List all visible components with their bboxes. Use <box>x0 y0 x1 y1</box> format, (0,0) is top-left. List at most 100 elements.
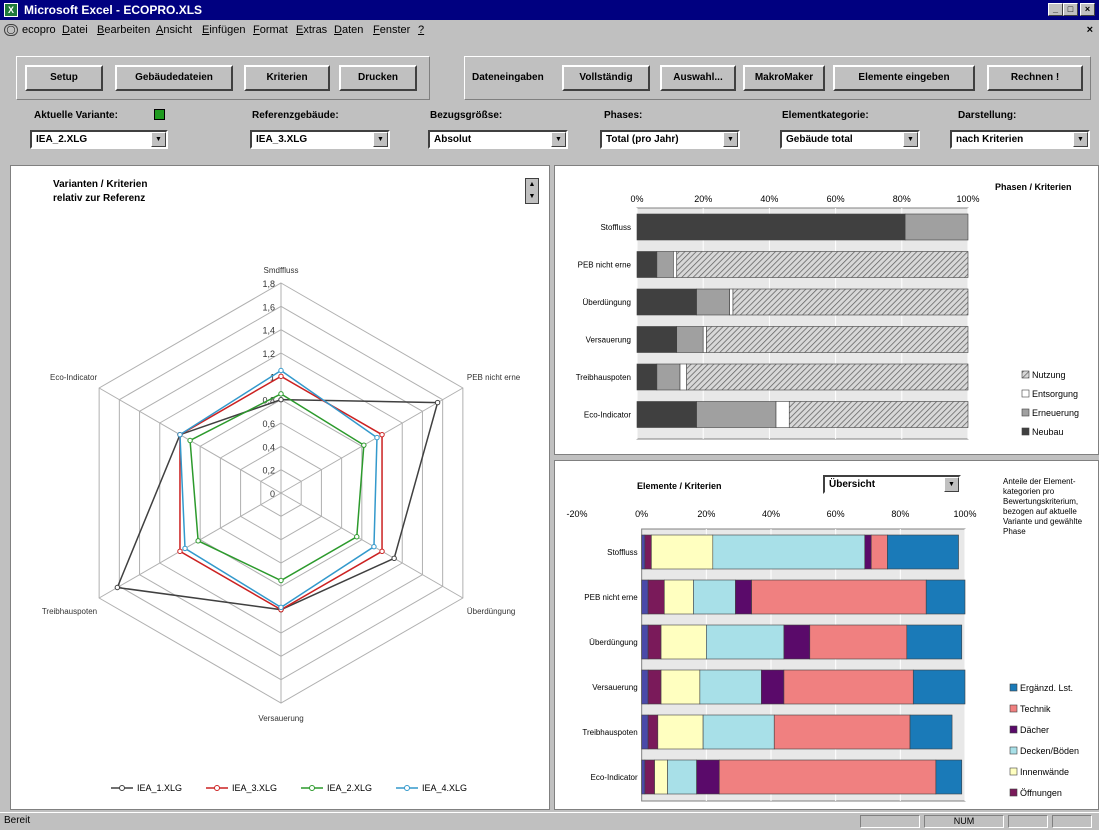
legend-marker <box>119 785 125 791</box>
bar-segment <box>647 579 665 615</box>
legend-swatch <box>1009 683 1018 692</box>
tick-label: 100% <box>956 194 979 204</box>
dropdown-arrow-icon[interactable]: ▼ <box>723 132 738 147</box>
excel-icon: X <box>4 3 18 17</box>
title-bar: X Microsoft Excel - ECOPRO.XLS _ □ × <box>0 0 1099 20</box>
legend-label: Innenwände <box>1020 767 1069 777</box>
bar-segment <box>636 363 658 391</box>
bar-segment <box>636 326 678 353</box>
rechnen-button[interactable]: Rechnen ! <box>987 65 1083 91</box>
bar-segment <box>641 669 649 705</box>
legend-label: Entsorgung <box>1032 389 1078 399</box>
drucken-button[interactable]: Drucken <box>339 65 417 91</box>
kriterien-button[interactable]: Kriterien <box>244 65 330 91</box>
bar-segment <box>641 624 649 660</box>
menu-einfuegen[interactable]: Einfügen <box>202 24 245 36</box>
referenzgebaeude-label: Referenzgebäude: <box>252 110 339 121</box>
elemente-view-select[interactable]: Übersicht ▼ <box>823 475 961 494</box>
elemente-eingeben-button[interactable]: Elemente eingeben <box>833 65 975 91</box>
legend-label: Erneuerung <box>1032 408 1079 418</box>
legend-marker <box>214 785 220 791</box>
setup-button[interactable]: Setup <box>25 65 103 91</box>
radar-chart: 00,20,40,60,811,21,41,61,8SmdfflussPEB n… <box>42 266 521 793</box>
legend-swatch <box>1021 427 1030 436</box>
bar-segment <box>676 326 704 353</box>
bar-segment <box>656 251 674 278</box>
legend-marker <box>309 785 315 791</box>
bar-segment <box>906 624 963 660</box>
status-bar: Bereit NUM <box>0 812 1099 830</box>
category-label: Stoffluss <box>607 548 638 557</box>
menu-help[interactable]: ? <box>418 24 424 36</box>
legend-label: Dächer <box>1020 725 1049 735</box>
menu-datei[interactable]: Datei <box>62 24 88 36</box>
legend-label: Nutzung <box>1032 370 1066 380</box>
dropdown-arrow-icon[interactable]: ▼ <box>944 477 959 492</box>
tick-label: 60% <box>827 509 845 519</box>
bar-segment <box>641 759 646 795</box>
category-label: Treibhauspoten <box>576 373 631 382</box>
dropdown-arrow-icon[interactable]: ▼ <box>151 132 166 147</box>
darstellung-select[interactable]: nach Kriterien ▼ <box>950 130 1090 149</box>
bezugsgroesse-select[interactable]: Absolut ▼ <box>428 130 568 149</box>
close-button[interactable]: × <box>1080 3 1095 16</box>
elementkategorie-label: Elementkategorie: <box>782 110 869 121</box>
bar-segment <box>647 624 662 660</box>
category-label: Überdüngung <box>583 298 631 307</box>
bar-segment <box>783 669 914 705</box>
menu-extras[interactable]: Extras <box>296 24 327 36</box>
gebaeudedateien-button[interactable]: Gebäudedateien <box>115 65 233 91</box>
legend-swatch <box>1021 370 1030 379</box>
dropdown-arrow-icon[interactable]: ▼ <box>1073 132 1088 147</box>
menu-ecopro[interactable]: ecopro <box>22 24 56 36</box>
menu-ansicht[interactable]: Ansicht <box>156 24 192 36</box>
menu-bearbeiten[interactable]: Bearbeiten <box>97 24 150 36</box>
phasen-chart: 0% 20% 40% 60% 80% 100% Phasen / Kriterien Stof… <box>576 182 1079 440</box>
phases-label: Phases: <box>604 110 643 121</box>
menu-fenster[interactable]: Fenster <box>373 24 410 36</box>
bar-segment <box>935 759 963 795</box>
tick-label: 60% <box>827 194 845 204</box>
dropdown-arrow-icon[interactable]: ▼ <box>903 132 918 147</box>
bar-segment <box>773 714 911 750</box>
elementkategorie-select[interactable]: Gebäude total ▼ <box>780 130 920 149</box>
radar-point <box>379 431 385 438</box>
bar-segment <box>693 579 736 615</box>
radar-ring-label: 1,4 <box>262 326 275 336</box>
category-label: Versauerung <box>592 683 637 692</box>
phases-select[interactable]: Total (pro Jahr) ▼ <box>600 130 740 149</box>
radar-point <box>278 367 284 374</box>
referenzgebaeude-select[interactable]: IEA_3.XLG ▼ <box>250 130 390 149</box>
radar-point <box>278 577 284 584</box>
radar-point <box>195 538 201 544</box>
aktuelle-variante-select[interactable]: IEA_2.XLG ▼ <box>30 130 168 149</box>
menu-daten[interactable]: Daten <box>334 24 363 36</box>
bar-segment <box>686 363 969 391</box>
toolbar-right-panel: Dateneingaben Vollständig Auswahl... Mak… <box>464 56 1091 100</box>
vollstaendig-button[interactable]: Vollständig <box>562 65 650 91</box>
radar-point <box>354 534 360 540</box>
category-label: Stoffluss <box>600 223 631 232</box>
tick-label: 100% <box>953 509 976 519</box>
legend-label: IEA_2.XLG <box>327 783 372 793</box>
bar-segment <box>925 579 966 615</box>
radar-point <box>187 437 193 444</box>
dropdown-arrow-icon[interactable]: ▼ <box>551 132 566 147</box>
makromaker-button[interactable]: MakroMaker <box>743 65 825 91</box>
minimize-button[interactable]: _ <box>1048 3 1063 16</box>
bar-segment <box>644 759 655 795</box>
legend-swatch <box>1009 788 1018 797</box>
phasen-title: Phasen / Kriterien <box>995 182 1072 192</box>
auswahl-button[interactable]: Auswahl... <box>660 65 736 91</box>
document-close-icon[interactable]: × <box>1087 24 1093 36</box>
aktuelle-variante-label: Aktuelle Variante: <box>34 110 118 121</box>
radar-point <box>374 434 380 441</box>
dropdown-arrow-icon[interactable]: ▼ <box>373 132 388 147</box>
bar-segment <box>647 669 662 705</box>
legend-label: IEA_3.XLG <box>232 783 277 793</box>
maximize-button[interactable]: □ <box>1063 3 1078 16</box>
tick-label: 40% <box>760 194 778 204</box>
menu-format[interactable]: Format <box>253 24 288 36</box>
darstellung-label: Darstellung: <box>958 110 1017 121</box>
bar-segment <box>706 326 969 353</box>
